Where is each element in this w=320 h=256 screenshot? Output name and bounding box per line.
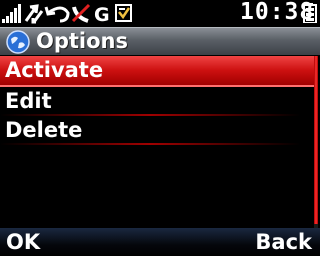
call-forward-icon <box>44 6 70 23</box>
ok-softkey[interactable]: OK <box>6 230 40 254</box>
scrollbar[interactable] <box>314 56 318 228</box>
menu-item-edit[interactable]: Edit <box>0 87 320 116</box>
menu-item-label: Edit <box>5 89 52 113</box>
title-bar: Options <box>0 27 320 55</box>
menu-item-label: Activate <box>5 58 104 82</box>
no-call-icon <box>71 3 91 23</box>
menu-item-activate[interactable]: Activate <box>0 56 314 87</box>
page-title: Options <box>36 29 128 53</box>
globe-icon <box>6 30 30 54</box>
scrollbar-thumb[interactable] <box>314 56 318 224</box>
menu-item-delete[interactable]: Delete <box>0 116 320 145</box>
menu-divider <box>0 143 300 145</box>
menu-item-label: Delete <box>5 118 83 142</box>
options-menu: Activate Edit Delete <box>0 56 320 145</box>
status-bar: G 10:38 <box>0 0 320 26</box>
softkey-bar: OK Back <box>0 228 320 256</box>
data-arrows-icon <box>24 4 44 24</box>
status-icons: G <box>2 3 132 25</box>
message-icon <box>115 4 132 22</box>
back-softkey[interactable]: Back <box>255 230 312 254</box>
signal-icon <box>2 4 21 23</box>
battery-icon <box>303 3 317 23</box>
network-g-icon: G <box>94 4 110 25</box>
